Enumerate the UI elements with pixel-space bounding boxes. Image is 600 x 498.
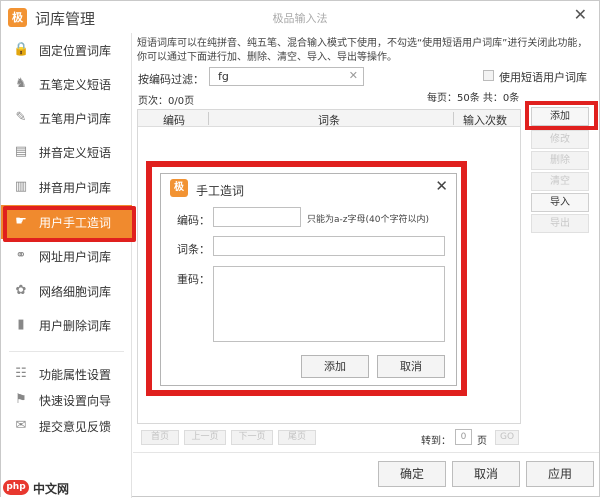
lock-icon: 🔒 — [13, 42, 30, 57]
sidebar-item-url-user[interactable]: ⚭ 网址用户词库 — [1, 239, 132, 273]
sidebar-item-label: 网址用户词库 — [39, 250, 112, 264]
word-label: 词条： — [177, 243, 210, 256]
sidebar-item-label: 拼音定义短语 — [39, 146, 112, 160]
delete-button[interactable]: 删除 — [531, 151, 589, 170]
filter-value: fg — [218, 70, 229, 83]
title-bar: 极 词库管理 极品输入法 ✕ — [1, 1, 599, 33]
sidebar: 🔒 固定位置词库 ♞ 五笔定义短语 ✎ 五笔用户词库 ▤ 拼音定义短语 ▥ 拼音… — [1, 33, 132, 498]
clear-button[interactable]: 清空 — [531, 172, 589, 191]
sidebar-divider — [9, 351, 124, 352]
use-phrase-checkbox-label: 使用短语用户词库 — [499, 71, 587, 84]
person-icon: ♞ — [15, 76, 27, 91]
cell-icon: ✿ — [15, 283, 27, 298]
highlight-box-add — [525, 101, 598, 130]
watermark-logo: php — [3, 480, 29, 495]
ok-button[interactable]: 确定 — [378, 461, 446, 487]
description-text: 短语词库可以在纯拼音、纯五笔、混合输入模式下使用，不勾选“使用短语用户词库”进行… — [137, 38, 588, 63]
link-icon: ⚭ — [15, 248, 27, 263]
column-header-count[interactable]: 输入次数 — [463, 112, 507, 128]
lexicon-manager-window: 极 词库管理 极品输入法 ✕ 🔒 固定位置词库 ♞ 五笔定义短语 ✎ 五笔用户词… — [0, 0, 600, 498]
reverse-code-area[interactable] — [213, 266, 445, 342]
goto-label: 转到： — [421, 436, 451, 447]
code-input[interactable] — [213, 207, 301, 227]
last-page-button[interactable]: 尾页 — [278, 430, 316, 445]
sidebar-item-label: 提交意见反馈 — [39, 420, 112, 434]
sidebar-item-label: 快速设置向导 — [39, 394, 112, 408]
dialog-logo: 极 — [170, 179, 188, 197]
grid-icon: ▤ — [14, 144, 28, 159]
sidebar-item-fixed-position[interactable]: 🔒 固定位置词库 — [1, 33, 132, 67]
settings-icon: ☷ — [15, 366, 27, 381]
import-button[interactable]: 导入 — [531, 193, 589, 212]
sidebar-item-label: 用户删除词库 — [39, 319, 112, 333]
sidebar-item-wubi-user[interactable]: ✎ 五笔用户词库 — [1, 101, 132, 135]
sidebar-item-label: 拼音用户词库 — [39, 181, 112, 195]
prev-page-button[interactable]: 上一页 — [184, 430, 226, 445]
sidebar-item-label: 功能属性设置 — [39, 368, 112, 382]
close-icon[interactable]: ✕ — [574, 5, 587, 24]
sidebar-item-feedback[interactable]: ✉ 提交意见反馈 — [1, 409, 132, 443]
code-hint: 只能为a-z字母(40个字符以内) — [307, 215, 429, 225]
sidebar-item-label: 五笔用户词库 — [39, 112, 112, 126]
column-header-code[interactable]: 编码 — [163, 112, 185, 128]
table-header: 编码 词条 输入次数 — [138, 110, 520, 127]
use-phrase-checkbox[interactable] — [483, 70, 494, 81]
book-icon: ▥ — [14, 179, 28, 194]
cancel-button[interactable]: 取消 — [452, 461, 520, 487]
sidebar-item-wubi-phrase[interactable]: ♞ 五笔定义短语 — [1, 67, 132, 101]
column-separator — [208, 112, 209, 125]
goto-page-input[interactable]: 0 — [455, 429, 472, 445]
sidebar-item-label: 固定位置词库 — [39, 44, 112, 58]
highlight-box-nav — [3, 206, 136, 242]
manual-word-dialog: 极 手工造词 ✕ 编码： 只能为a-z字母(40个字符以内) 词条： 重码： 添… — [160, 173, 457, 386]
dialog-cancel-button[interactable]: 取消 — [377, 355, 445, 378]
filter-input[interactable]: fg ✕ — [209, 67, 364, 86]
sidebar-item-pinyin-user[interactable]: ▥ 拼音用户词库 — [1, 170, 132, 204]
modify-button[interactable]: 修改 — [531, 130, 589, 149]
trash-icon: ▮ — [17, 317, 25, 332]
footer-divider — [133, 452, 599, 453]
reverse-code-label: 重码： — [177, 273, 210, 286]
dialog-title: 手工造词 — [196, 184, 245, 198]
dialog-close-icon[interactable]: ✕ — [435, 177, 448, 195]
feedback-icon: ✉ — [15, 418, 27, 433]
sidebar-item-label: 五笔定义短语 — [39, 78, 112, 92]
dialog-add-button[interactable]: 添加 — [301, 355, 369, 378]
filter-label: 按编码过滤： — [138, 73, 204, 86]
word-input[interactable] — [213, 236, 445, 256]
code-label: 编码： — [177, 214, 210, 227]
next-page-button[interactable]: 下一页 — [231, 430, 273, 445]
go-button[interactable]: GO — [495, 430, 519, 445]
sidebar-item-user-deleted[interactable]: ▮ 用户删除词库 — [1, 308, 132, 342]
flag-icon: ⚑ — [15, 392, 27, 407]
goto-page-unit: 页 — [477, 436, 487, 447]
edit-icon: ✎ — [15, 110, 27, 125]
sidebar-item-network-cell[interactable]: ✿ 网络细胞词库 — [1, 274, 132, 308]
column-separator — [453, 112, 454, 125]
clear-icon[interactable]: ✕ — [349, 69, 358, 82]
per-page-info: 每页：50条 共：0条 — [427, 93, 520, 104]
export-button[interactable]: 导出 — [531, 214, 589, 233]
sidebar-item-label: 网络细胞词库 — [39, 285, 112, 299]
watermark-text: 中文网 — [33, 482, 70, 496]
sidebar-item-pinyin-phrase[interactable]: ▤ 拼音定义短语 — [1, 135, 132, 169]
page-info: 页次：0/0页 — [138, 96, 195, 107]
apply-button[interactable]: 应用 — [526, 461, 594, 487]
column-header-word[interactable]: 词条 — [318, 112, 340, 128]
window-subtitle: 极品输入法 — [272, 12, 328, 25]
first-page-button[interactable]: 首页 — [141, 430, 179, 445]
